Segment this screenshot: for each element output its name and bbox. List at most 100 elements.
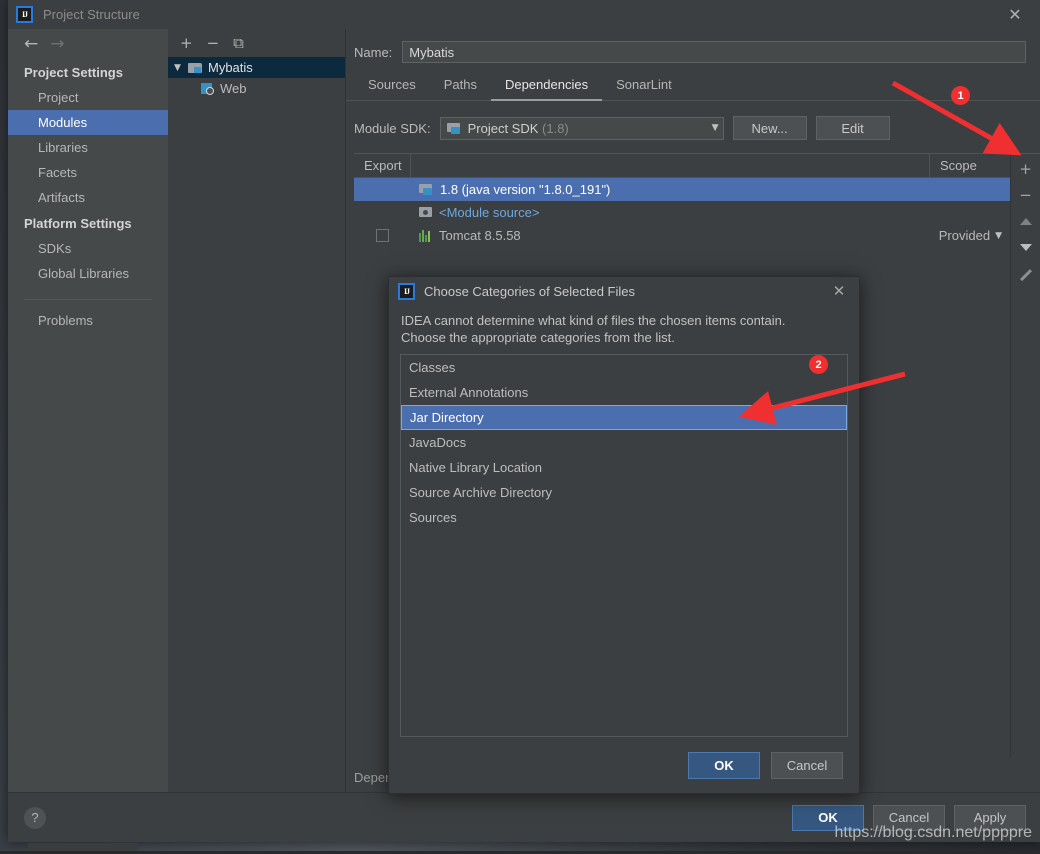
module-sdk-row: Module SDK: Project SDK (1.8) ▼ New... E… — [346, 101, 1040, 140]
list-item[interactable]: JavaDocs — [401, 430, 847, 455]
chevron-down-icon[interactable]: ▼ — [174, 63, 188, 73]
dependency-name-cell: Tomcat 8.5.58 — [411, 228, 922, 243]
export-cell — [354, 229, 411, 242]
list-item[interactable]: Sources — [401, 505, 847, 530]
sdk-version: (1.8) — [542, 120, 569, 136]
scope-label: Provided — [938, 228, 991, 243]
back-arrow-icon[interactable]: ← — [24, 35, 38, 53]
table-row[interactable]: <Module source> — [354, 201, 1010, 224]
table-row[interactable]: 1.8 (java version "1.8.0_191") — [354, 178, 1010, 201]
remove-dependency-button[interactable]: − — [1011, 182, 1040, 208]
tree-item-mybatis[interactable]: ▼ Mybatis — [168, 57, 345, 78]
dialog-ok-button[interactable]: OK — [688, 751, 760, 779]
chevron-down-icon[interactable]: ▼ — [995, 231, 1002, 241]
column-header-name — [411, 154, 930, 177]
apply-button[interactable]: Apply — [954, 804, 1026, 831]
background-editor-strip — [28, 843, 138, 851]
new-sdk-button[interactable]: New... — [732, 116, 807, 140]
tab-sources[interactable]: Sources — [354, 73, 430, 101]
dependency-label: Tomcat 8.5.58 — [439, 228, 521, 243]
settings-sidebar: ← → Project Settings Project Modules Lib… — [8, 29, 168, 792]
edit-dependency-button[interactable] — [1011, 260, 1040, 286]
sidebar-item-modules[interactable]: Modules — [8, 110, 168, 135]
window-titlebar: IJ Project Structure ✕ — [8, 0, 1040, 29]
dependency-label: <Module source> — [439, 205, 540, 220]
close-icon[interactable]: ✕ — [829, 282, 849, 300]
web-facet-icon — [200, 82, 215, 95]
sidebar-item-project[interactable]: Project — [8, 85, 168, 110]
tree-item-label: Web — [220, 81, 247, 96]
category-list[interactable]: Classes External Annotations Jar Directo… — [400, 354, 848, 737]
sidebar-group-platform-settings: Platform Settings — [24, 216, 132, 231]
sidebar-navigation: ← → — [8, 29, 168, 59]
dependencies-table-header: Export Scope — [354, 154, 1010, 178]
list-item[interactable]: External Annotations — [401, 380, 847, 405]
window-title: Project Structure — [43, 7, 140, 22]
tab-dependencies[interactable]: Dependencies — [490, 73, 603, 101]
forward-arrow-icon[interactable]: → — [50, 35, 64, 53]
help-icon[interactable]: ? — [24, 806, 46, 829]
dialog-titlebar: IJ Choose Categories of Selected Files ✕ — [389, 277, 859, 306]
dependency-name-cell: <Module source> — [411, 205, 922, 220]
library-icon — [419, 229, 433, 242]
pencil-icon — [1019, 267, 1032, 280]
list-item[interactable]: Source Archive Directory — [401, 480, 847, 505]
choose-categories-dialog: IJ Choose Categories of Selected Files ✕… — [388, 276, 860, 794]
scope-cell[interactable]: Provided ▼ — [922, 228, 1010, 243]
dialog-cancel-button[interactable]: Cancel — [771, 751, 843, 779]
sidebar-item-problems[interactable]: Problems — [8, 308, 168, 333]
remove-module-icon[interactable]: − — [207, 35, 220, 51]
close-icon[interactable]: ✕ — [1004, 6, 1026, 24]
list-item[interactable]: Classes — [401, 355, 847, 380]
module-sdk-value: Project SDK (1.8) — [468, 121, 712, 136]
edit-sdk-button[interactable]: Edit — [815, 116, 890, 140]
window-action-buttons: OK Cancel Apply — [792, 804, 1026, 831]
sidebar-item-global-libraries[interactable]: Global Libraries — [8, 261, 168, 286]
dialog-message-line-1: IDEA cannot determine what kind of files… — [401, 313, 786, 328]
dialog-action-buttons: OK Cancel — [389, 737, 859, 793]
sidebar-item-facets[interactable]: Facets — [8, 160, 168, 185]
dialog-title: Choose Categories of Selected Files — [424, 284, 636, 299]
tree-item-web[interactable]: Web — [168, 78, 345, 99]
modules-pane: + − ⧉ ▼ Mybatis Web — [168, 29, 346, 792]
module-name-row: Name: — [346, 29, 1040, 63]
modules-toolbar: + − ⧉ — [168, 29, 345, 57]
column-header-scope[interactable]: Scope — [930, 154, 1010, 177]
sidebar-item-artifacts[interactable]: Artifacts — [8, 185, 168, 210]
list-item[interactable]: Native Library Location — [401, 455, 847, 480]
sidebar-item-libraries[interactable]: Libraries — [8, 135, 168, 160]
sidebar-divider — [24, 299, 152, 300]
tab-sonarlint[interactable]: SonarLint — [602, 73, 686, 101]
tree-item-label: Mybatis — [208, 60, 253, 75]
jdk-icon — [419, 183, 434, 196]
module-sdk-label: Module SDK: — [354, 120, 431, 136]
module-tabs: Sources Paths Dependencies SonarLint — [346, 63, 1040, 101]
sdk-name: Project SDK — [467, 120, 539, 136]
name-label: Name: — [354, 44, 393, 60]
add-module-icon[interactable]: + — [180, 35, 193, 51]
column-header-export[interactable]: Export — [354, 154, 411, 177]
cancel-button[interactable]: Cancel — [873, 804, 945, 831]
dependencies-side-toolbar: + − — [1011, 154, 1040, 758]
module-name-input[interactable] — [402, 41, 1026, 63]
dependency-name-cell: 1.8 (java version "1.8.0_191") — [411, 182, 922, 197]
chevron-down-icon[interactable]: ▼ — [712, 123, 719, 133]
sidebar-group-project-settings: Project Settings — [24, 65, 123, 80]
modules-tree: ▼ Mybatis Web — [168, 57, 345, 792]
arrow-down-icon — [1019, 243, 1032, 251]
export-checkbox[interactable] — [376, 229, 389, 242]
move-down-button[interactable] — [1011, 234, 1040, 260]
module-sdk-dropdown[interactable]: Project SDK (1.8) ▼ — [439, 116, 724, 140]
intellij-logo-icon: IJ — [398, 283, 415, 300]
dialog-message-line-2: Choose the appropriate categories from t… — [401, 330, 675, 345]
copy-module-icon[interactable]: ⧉ — [233, 35, 244, 51]
sdk-icon — [446, 122, 462, 135]
ok-button[interactable]: OK — [792, 804, 864, 831]
tab-paths[interactable]: Paths — [430, 73, 491, 101]
table-row[interactable]: Tomcat 8.5.58 Provided ▼ — [354, 224, 1010, 247]
list-item[interactable]: Jar Directory — [401, 405, 847, 430]
add-dependency-button[interactable]: + — [1011, 156, 1040, 182]
module-icon — [188, 61, 203, 74]
move-up-button[interactable] — [1011, 208, 1040, 234]
sidebar-item-sdks[interactable]: SDKs — [8, 236, 168, 261]
